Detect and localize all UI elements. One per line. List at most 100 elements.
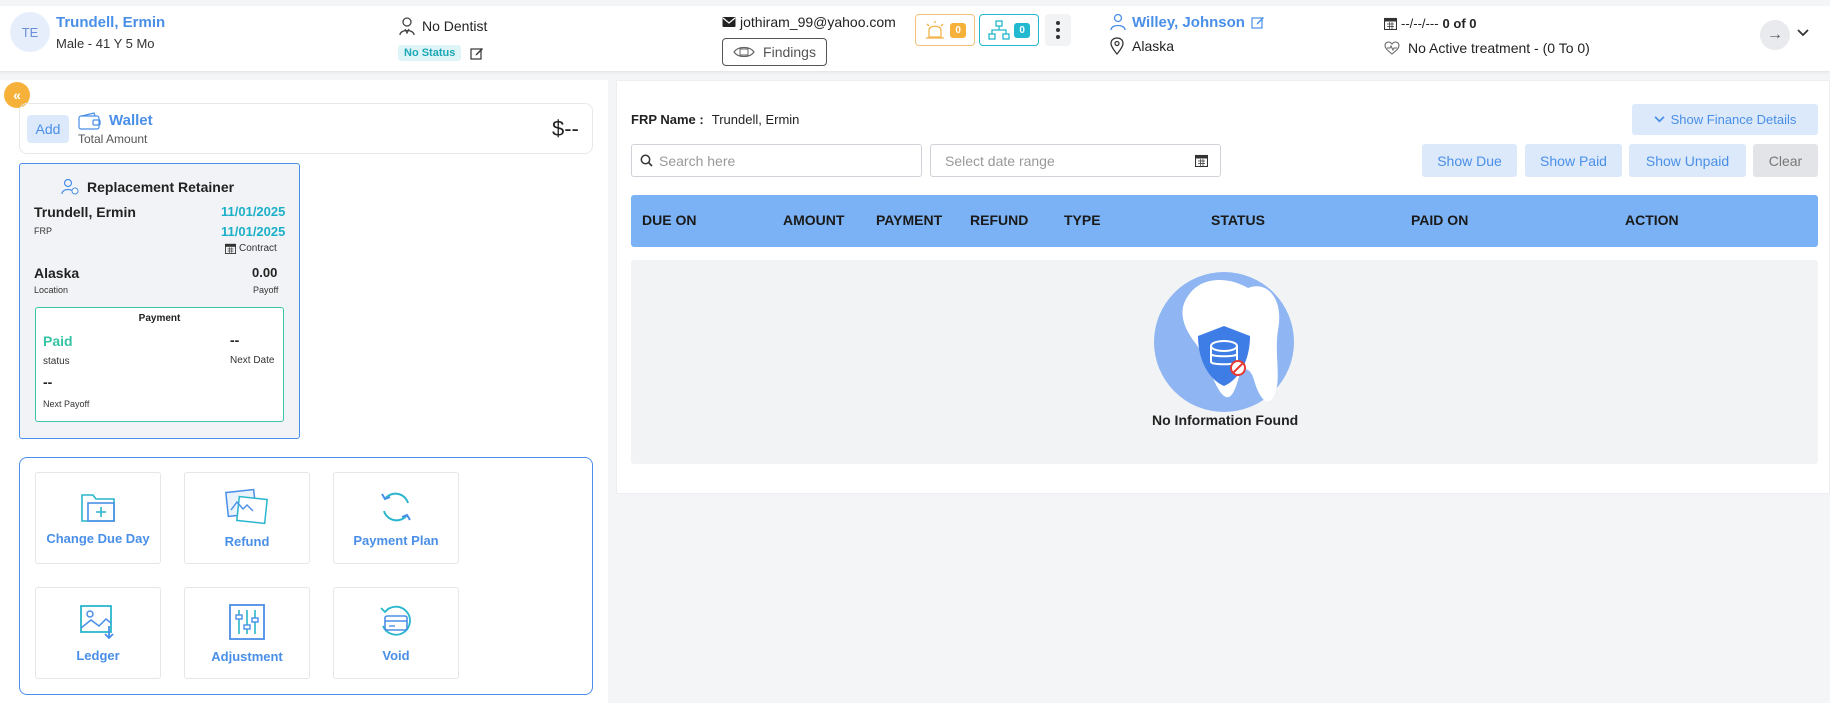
findings-button[interactable]: Findings <box>722 38 827 66</box>
appointment-count: 0 of 0 <box>1442 16 1477 31</box>
status-badge: No Status <box>398 45 462 61</box>
heart-pulse-icon <box>1384 41 1400 55</box>
contract-location-label: Location <box>34 285 69 295</box>
hierarchy-icon <box>988 20 1010 40</box>
search-icon <box>640 154 653 167</box>
refund-label: Refund <box>224 533 270 549</box>
empty-state-text: No Information Found <box>1152 412 1299 428</box>
wallet-title: Wallet <box>109 112 153 129</box>
payment-next-date: -- <box>230 332 240 348</box>
search-input[interactable]: Search here <box>631 144 922 177</box>
email-text: jothiram_99@yahoo.com <box>740 14 896 30</box>
void-label: Void <box>382 647 410 663</box>
payment-next-payoff: -- <box>43 374 53 390</box>
show-unpaid-button[interactable]: Show Unpaid <box>1629 144 1746 177</box>
clear-button[interactable]: Clear <box>1753 144 1818 177</box>
col-type[interactable]: TYPE <box>1064 212 1101 228</box>
treatment-label: No Active treatment - (0 To 0) <box>1408 40 1590 56</box>
no-data-illustration-icon <box>1154 272 1294 412</box>
refresh-icon <box>381 492 411 521</box>
payment-next-date-label: Next Date <box>230 355 275 366</box>
contract-label: Contract <box>225 243 277 254</box>
wallet-icon <box>78 112 101 130</box>
wallet-bar <box>19 103 593 154</box>
calendar-icon <box>1195 154 1208 167</box>
relations-button[interactable]: 0 <box>979 14 1039 46</box>
contract-label-text: Contract <box>239 243 277 254</box>
show-paid-button[interactable]: Show Paid <box>1525 144 1622 177</box>
show-finance-details-button[interactable]: Show Finance Details <box>1632 104 1818 135</box>
frp-value: Trundell, Ermin <box>711 112 800 127</box>
calendar-icon <box>225 243 236 254</box>
dentist-info: No Dentist <box>398 16 487 36</box>
location-info: Alaska <box>1110 37 1174 55</box>
col-action[interactable]: ACTION <box>1625 212 1679 228</box>
card-refund-icon <box>380 605 411 636</box>
col-refund[interactable]: REFUND <box>970 212 1028 228</box>
change-due-day-label: Change Due Day <box>46 530 150 546</box>
frp-row: FRP Name : Trundell, Ermin <box>631 112 799 127</box>
frp-label: FRP Name : <box>631 112 704 127</box>
alerts-button[interactable]: 0 <box>915 14 975 46</box>
contract-payoff: 0.00 <box>252 265 278 280</box>
payment-status-label: status <box>43 356 70 367</box>
contract-title: Replacement Retainer <box>87 179 235 195</box>
adjustment-button[interactable]: Adjustment <box>184 587 310 679</box>
dentist-icon <box>399 17 415 36</box>
add-wallet-button[interactable]: Add <box>27 115 69 143</box>
doctor-icon <box>1110 13 1126 31</box>
adjustment-label: Adjustment <box>211 648 283 664</box>
appointment-info: --/--/--- 0 of 0 <box>1384 16 1477 31</box>
image-stack-icon <box>224 488 269 524</box>
contract-frp-name: Trundell, Ermin <box>34 204 136 220</box>
payment-plan-label: Payment Plan <box>353 532 439 548</box>
doctor-name-link[interactable]: Willey, Johnson <box>1132 14 1245 31</box>
col-payment[interactable]: PAYMENT <box>876 212 942 228</box>
location-pin-icon <box>1110 37 1124 55</box>
patient-email: jothiram_99@yahoo.com <box>722 14 896 30</box>
void-button[interactable]: Void <box>333 587 459 679</box>
alerts-count: 0 <box>950 22 966 38</box>
sliders-icon <box>229 603 265 640</box>
col-status[interactable]: STATUS <box>1211 212 1265 228</box>
ledger-button[interactable]: Ledger <box>35 587 161 679</box>
avatar: TE <box>10 12 50 52</box>
edit-status-icon[interactable] <box>470 46 484 60</box>
col-paid-on[interactable]: PAID ON <box>1411 212 1468 228</box>
search-placeholder: Search here <box>659 152 736 169</box>
contract-frp-label: FRP <box>34 226 52 236</box>
chevron-down-icon[interactable] <box>1797 24 1809 40</box>
mail-icon <box>722 17 736 27</box>
date-range-input[interactable]: Select date range <box>930 144 1221 177</box>
show-due-button[interactable]: Show Due <box>1422 144 1517 177</box>
location-label: Alaska <box>1132 38 1175 54</box>
relations-count: 0 <box>1014 22 1030 38</box>
chevron-down-icon <box>1654 116 1665 123</box>
appointment-date: --/--/--- <box>1401 16 1439 31</box>
alarm-icon <box>926 21 945 39</box>
arrow-right-icon[interactable]: → <box>1760 20 1790 50</box>
refund-button[interactable]: Refund <box>184 472 310 564</box>
calendar-icon <box>1384 17 1397 30</box>
folder-plus-icon <box>81 493 115 522</box>
date-placeholder: Select date range <box>945 152 1055 169</box>
doctor-info: Willey, Johnson <box>1110 13 1265 31</box>
change-due-day-button[interactable]: Change Due Day <box>35 472 161 564</box>
treatment-info: No Active treatment - (0 To 0) <box>1384 40 1590 56</box>
dentist-label: No Dentist <box>422 18 488 34</box>
finance-details-label: Show Finance Details <box>1670 112 1797 127</box>
wallet-amount: $-- <box>552 116 579 141</box>
payment-next-payoff-label: Next Payoff <box>43 399 90 409</box>
col-due-on[interactable]: DUE ON <box>642 212 696 228</box>
contract-user-icon <box>61 178 79 195</box>
contract-payoff-label: Payoff <box>253 285 279 295</box>
wallet-subtitle: Total Amount <box>78 132 148 146</box>
patient-name-link[interactable]: Trundell, Ermin <box>56 14 165 31</box>
col-amount[interactable]: AMOUNT <box>783 212 844 228</box>
image-download-icon <box>80 604 114 639</box>
more-options-button[interactable] <box>1045 14 1071 46</box>
findings-label: Findings <box>763 44 816 60</box>
payment-plan-button[interactable]: Payment Plan <box>333 472 459 564</box>
edit-doctor-icon[interactable] <box>1251 15 1265 29</box>
ledger-label: Ledger <box>76 647 120 663</box>
